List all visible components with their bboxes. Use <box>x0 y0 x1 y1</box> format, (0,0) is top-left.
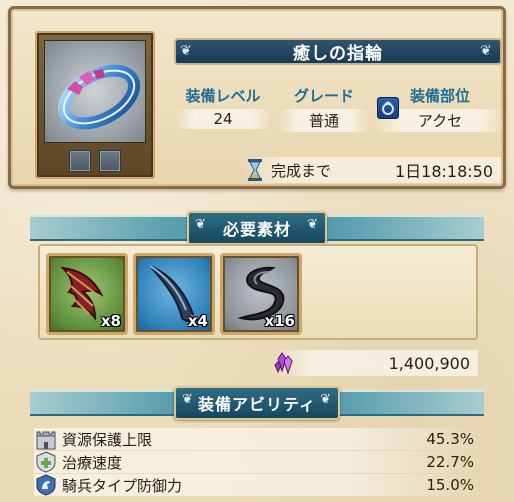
heal-cross-icon <box>34 450 58 474</box>
empty-slot[interactable] <box>69 150 91 172</box>
ability-value: 45.3% <box>426 430 474 448</box>
abilities-title: 装備アビリティ <box>197 395 317 414</box>
timer-value: 1日18:18:50 <box>394 162 493 181</box>
grade-value: 普通 <box>279 109 369 132</box>
ornament-icon: ❦ <box>307 217 319 232</box>
materials-title: 必要素材 <box>222 220 291 239</box>
hourglass-icon <box>248 159 262 181</box>
equip-level: 装備レベル 24 <box>175 85 271 129</box>
ability-name: 資源保護上限 <box>62 430 153 449</box>
materials-title-plate: ❦ 必要素材 ❦ <box>187 211 327 245</box>
item-name: 癒しの指輪 <box>293 44 383 64</box>
grade-label: グレード <box>293 87 354 105</box>
crystal-icon <box>274 352 293 375</box>
ability-value: 22.7% <box>426 453 474 471</box>
item-name-bar: ❦ 癒しの指輪 ❦ <box>174 38 502 65</box>
castle-icon <box>34 427 58 451</box>
material-slot[interactable]: x16 <box>220 253 302 335</box>
ornament-icon: ❦ <box>480 43 493 59</box>
resource-cost: 1,400,900 <box>272 350 478 376</box>
empty-slot[interactable] <box>99 150 121 172</box>
completion-timer: 完成まで 1日18:18:50 <box>243 157 501 183</box>
equip-level-value: 24 <box>175 109 271 129</box>
materials-panel: x8 x4 x16 <box>38 244 478 340</box>
ornament-icon: ❦ <box>181 392 194 407</box>
ring-icon <box>44 40 146 143</box>
ability-row: 治療速度 22.7% <box>34 451 480 473</box>
abilities-title-plate: ❦ 装備アビリティ ❦ <box>173 386 341 420</box>
item-portrait-frame[interactable] <box>35 31 155 179</box>
materials-header: ❦ 必要素材 ❦ <box>30 211 484 245</box>
cost-value: 1,400,900 <box>388 353 470 373</box>
material-count: x16 <box>264 312 295 330</box>
ability-row: 騎兵タイプ防御力 15.0% <box>34 474 480 496</box>
material-slot[interactable]: x4 <box>133 253 215 335</box>
material-slot[interactable]: x8 <box>46 253 128 335</box>
socket-slots <box>44 149 146 173</box>
abilities-header: ❦ 装備アビリティ ❦ <box>30 386 484 420</box>
timer-label: 完成まで <box>271 161 332 180</box>
ornament-icon: ❦ <box>320 392 333 407</box>
accessory-icon <box>377 97 399 119</box>
grade: グレード 普通 <box>279 85 369 132</box>
material-count: x8 <box>100 312 121 330</box>
ability-value: 15.0% <box>426 476 474 494</box>
cavalry-shield-icon <box>34 473 58 497</box>
ornament-icon: ❦ <box>180 43 193 59</box>
ability-name: 騎兵タイプ防御力 <box>62 476 183 495</box>
item-info-panel: ❦ 癒しの指輪 ❦ 装備レベル 24 グレード 普通 装備部位 アクセ 完成まで… <box>8 6 506 189</box>
equip-level-label: 装備レベル <box>185 87 261 105</box>
material-count: x4 <box>187 312 208 330</box>
ability-row: 資源保護上限 45.3% <box>34 428 480 450</box>
ornament-icon: ❦ <box>195 217 207 232</box>
ability-name: 治療速度 <box>62 453 123 472</box>
